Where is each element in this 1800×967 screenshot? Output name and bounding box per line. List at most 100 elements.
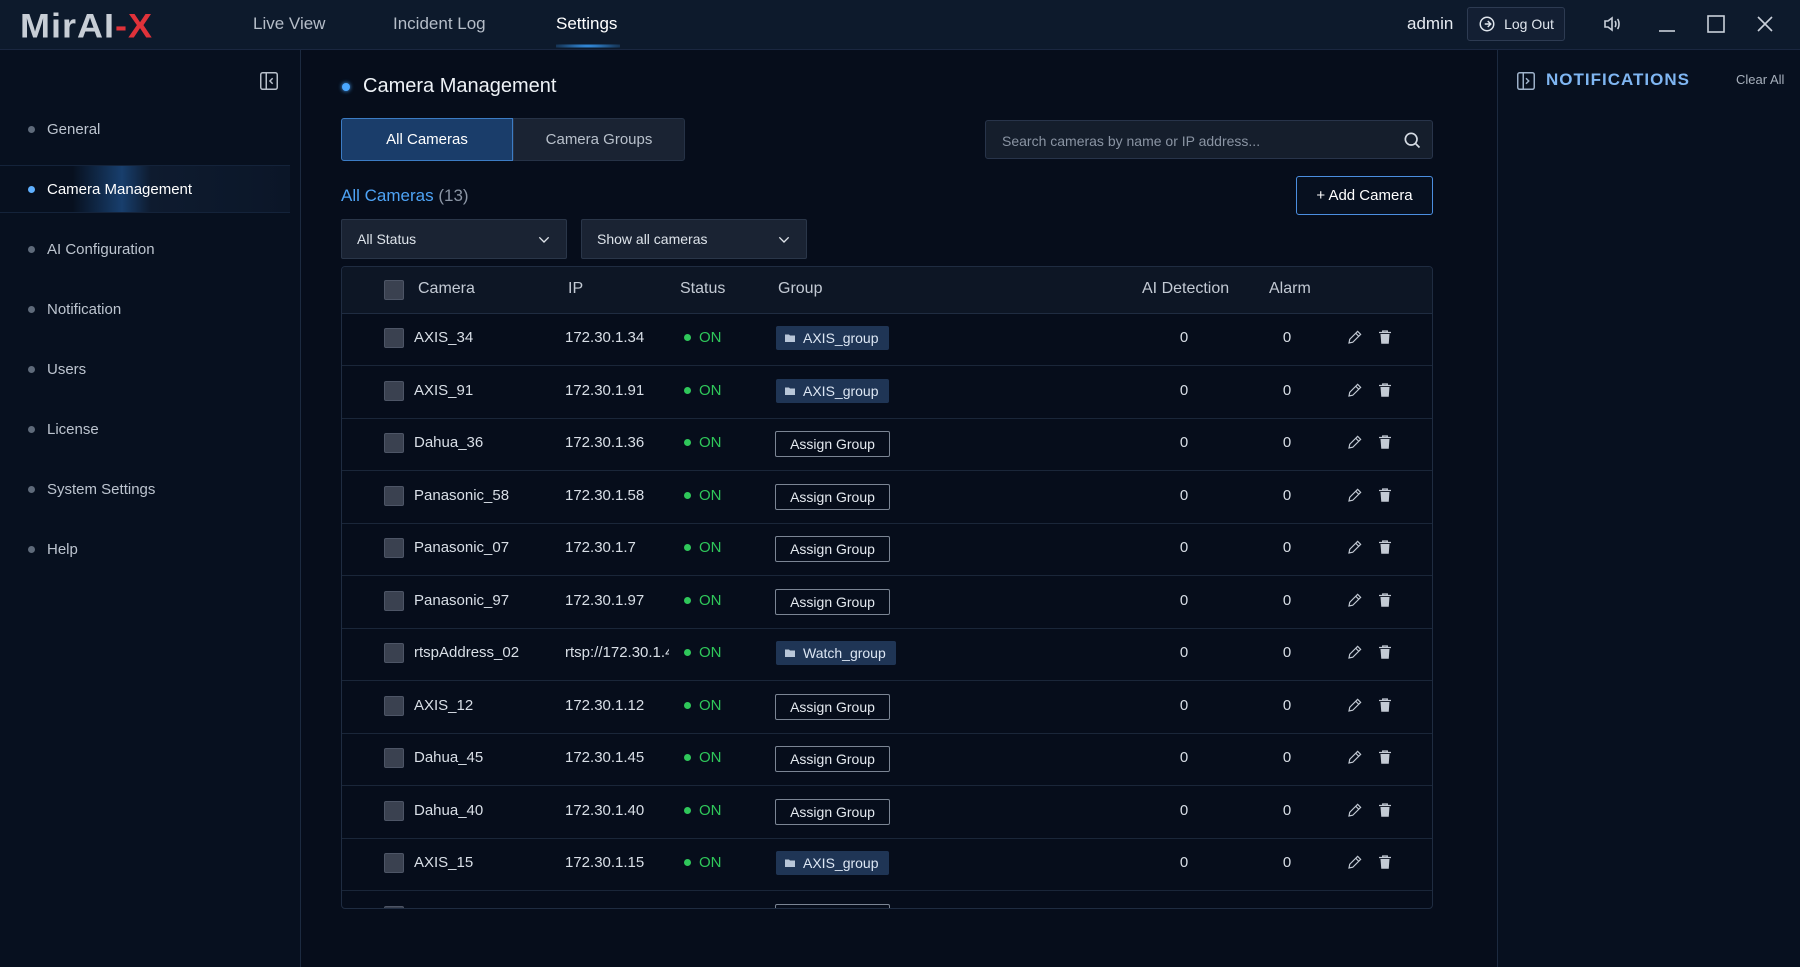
group-tag[interactable]: AXIS_group — [776, 326, 889, 350]
column-header-ai-detection[interactable]: AI Detection — [1142, 280, 1229, 298]
table-row[interactable]: AXIS_34 172.30.1.34 ON AXIS_group 0 0 — [342, 313, 1432, 366]
column-header-status[interactable]: Status — [680, 280, 725, 298]
assign-group-button[interactable]: Assign Group — [775, 483, 890, 510]
trash-icon[interactable] — [1376, 748, 1394, 766]
trash-icon[interactable] — [1376, 538, 1394, 556]
edit-icon[interactable] — [1346, 748, 1364, 766]
sidebar-item-system-settings[interactable]: System Settings — [0, 466, 290, 512]
sidebar-item-label: General — [47, 120, 101, 138]
assign-group-button[interactable]: Assign Group — [775, 798, 890, 825]
sidebar-item-license[interactable]: License — [0, 406, 290, 452]
edit-icon[interactable] — [1346, 591, 1364, 609]
trash-icon[interactable] — [1376, 801, 1394, 819]
trash-icon[interactable] — [1376, 328, 1394, 346]
assign-group-button[interactable]: Assign Group — [775, 588, 890, 615]
row-checkbox[interactable] — [384, 800, 404, 821]
row-checkbox[interactable] — [384, 853, 404, 873]
assign-group-button[interactable]: Assign Group — [775, 693, 890, 720]
edit-icon[interactable] — [1346, 853, 1364, 871]
group-tag[interactable]: Watch_group — [776, 641, 896, 665]
table-row[interactable]: Panasonic_58 172.30.1.58 ON Assign Group 0 0 — [342, 471, 1432, 524]
assign-group-button[interactable]: Assign Group — [775, 746, 890, 772]
edit-icon[interactable] — [1346, 538, 1364, 556]
row-checkbox[interactable] — [384, 905, 404, 908]
edit-icon[interactable] — [1346, 696, 1364, 714]
edit-icon[interactable] — [1346, 486, 1364, 504]
clear-all-button[interactable]: Clear All — [1736, 72, 1784, 87]
trash-icon[interactable] — [1376, 853, 1394, 871]
table-row[interactable]: AXIS_15 172.30.1.15 ON AXIS_group 0 0 — [342, 838, 1432, 891]
table-row[interactable]: Dahua_45 172.30.1.45 ON Assign Group 0 0 — [342, 733, 1432, 786]
table-row[interactable]: Dahua_40 172.30.1.40 ON Assign Group 0 0 — [342, 786, 1432, 839]
table-row[interactable]: AXIS_12 172.30.1.12 ON Assign Group 0 0 — [342, 681, 1432, 734]
row-checkbox[interactable] — [384, 590, 404, 611]
status-dot-icon — [684, 701, 691, 709]
select-all-checkbox[interactable] — [384, 280, 404, 300]
group-tag[interactable]: AXIS_group — [776, 378, 889, 403]
alarm-count: 0 — [1282, 591, 1292, 609]
close-icon[interactable] — [1753, 12, 1777, 36]
row-checkbox[interactable] — [384, 748, 404, 768]
trash-icon[interactable] — [1376, 696, 1394, 714]
edit-icon[interactable] — [1346, 381, 1364, 399]
trash-icon[interactable] — [1376, 381, 1394, 399]
sidebar-item-camera-management[interactable]: Camera Management — [0, 165, 290, 213]
row-checkbox[interactable] — [384, 485, 404, 506]
table-row[interactable]: Dahua_36 172.30.1.36 ON Assign Group 0 0 — [342, 418, 1432, 471]
row-checkbox[interactable] — [384, 328, 404, 348]
sidebar-item-ai-configuration[interactable]: AI Configuration — [0, 226, 290, 272]
notifications-panel-icon[interactable] — [1515, 70, 1537, 92]
search-input[interactable] — [1000, 121, 1394, 160]
assign-group-button[interactable]: Assign Group — [775, 431, 890, 457]
nav-tab-incident-log[interactable]: Incident Log — [393, 14, 486, 34]
row-checkbox[interactable] — [384, 380, 404, 401]
sidebar-collapse-icon[interactable] — [258, 70, 280, 92]
sidebar-item-general[interactable]: General — [0, 106, 290, 152]
column-header-camera[interactable]: Camera — [418, 280, 475, 298]
edit-icon[interactable] — [1346, 643, 1364, 661]
edit-icon[interactable] — [1346, 328, 1364, 346]
search-icon[interactable] — [1402, 130, 1422, 150]
sidebar-item-help[interactable]: Help — [0, 526, 290, 572]
logout-button[interactable]: Log Out — [1467, 7, 1565, 41]
edit-icon[interactable] — [1346, 433, 1364, 451]
trash-icon[interactable] — [1376, 433, 1394, 451]
trash-icon[interactable] — [1376, 643, 1394, 661]
nav-tab-live-view[interactable]: Live View — [253, 14, 325, 34]
assign-group-button[interactable] — [775, 903, 890, 908]
table-row[interactable]: AXIS_91 172.30.1.91 ON AXIS_group 0 0 — [342, 366, 1432, 419]
sidebar-item-notification[interactable]: Notification — [0, 286, 290, 332]
row-checkbox[interactable] — [384, 433, 404, 453]
group-tag[interactable]: AXIS_group — [776, 851, 889, 875]
status-indicator: ON — [684, 697, 722, 714]
minimize-icon[interactable] — [1655, 12, 1679, 36]
camera-ip: 172.30.1.15 — [565, 854, 645, 871]
row-checkbox[interactable] — [384, 643, 404, 663]
tab-all-cameras[interactable]: All Cameras — [341, 118, 513, 161]
trash-icon[interactable] — [1376, 591, 1394, 609]
bullet-icon — [28, 245, 35, 253]
row-checkbox[interactable] — [384, 538, 404, 558]
column-header-ip[interactable]: IP — [568, 280, 583, 298]
speaker-icon[interactable] — [1600, 12, 1624, 36]
row-checkbox[interactable] — [384, 695, 404, 716]
table-row[interactable]: rtspAddress_02 rtsp://172.30.1.4 ON Watch_g… — [342, 628, 1432, 681]
assign-group-button[interactable]: Assign Group — [775, 536, 890, 562]
table-row[interactable]: Panasonic_07 172.30.1.7 ON Assign Group 0 0 — [342, 523, 1432, 576]
status-filter-select[interactable]: All Status — [341, 219, 567, 259]
status-text: ON — [699, 696, 722, 714]
maximize-icon[interactable] — [1704, 12, 1728, 36]
status-filter-value: All Status — [357, 231, 417, 247]
trash-icon[interactable] — [1376, 486, 1394, 504]
tab-camera-groups[interactable]: Camera Groups — [513, 118, 685, 161]
table-row[interactable]: Panasonic_97 172.30.1.97 ON Assign Group 0 0 — [342, 576, 1432, 629]
visibility-filter-select[interactable]: Show all cameras — [581, 219, 807, 259]
nav-tab-settings[interactable]: Settings — [556, 14, 617, 34]
add-camera-button[interactable]: + Add Camera — [1296, 176, 1433, 215]
sidebar-item-users[interactable]: Users — [0, 346, 290, 392]
edit-icon[interactable] — [1346, 801, 1364, 819]
column-header-group[interactable]: Group — [778, 280, 822, 298]
column-header-alarm[interactable]: Alarm — [1269, 280, 1311, 298]
table-row[interactable] — [342, 891, 1432, 908]
status-indicator: ON — [684, 329, 722, 346]
